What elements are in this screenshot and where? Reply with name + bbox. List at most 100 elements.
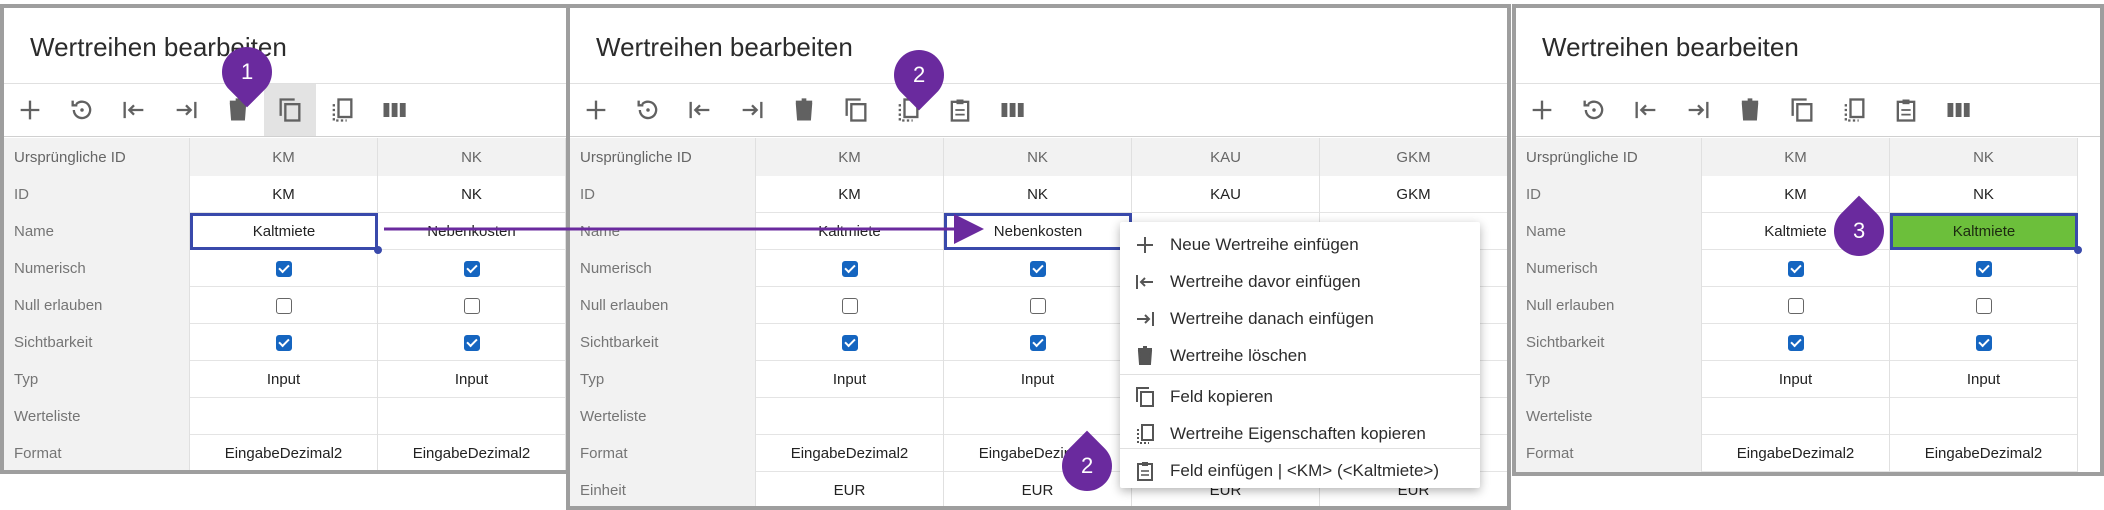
checkbox-cell[interactable] [756, 250, 944, 287]
grid-cell[interactable]: NK [378, 176, 566, 213]
grid-cell[interactable]: Kaltmiete [756, 213, 944, 250]
checkbox-checked[interactable] [275, 334, 292, 351]
checkbox-cell[interactable] [378, 287, 566, 324]
insert-before-button[interactable] [674, 84, 726, 136]
checkbox-cell[interactable] [378, 324, 566, 361]
grid-cell[interactable]: EingabeDezimal2 [1702, 435, 1890, 472]
checkbox-cell[interactable] [1890, 324, 2078, 361]
fill-handle[interactable] [374, 246, 382, 254]
checkbox-checked[interactable] [1975, 334, 1992, 351]
checkbox-cell[interactable] [944, 324, 1132, 361]
checkbox-cell[interactable] [1890, 287, 2078, 324]
grid-cell[interactable] [756, 398, 944, 435]
checkbox-unchecked[interactable] [841, 297, 858, 314]
grid-cell[interactable]: EUR [756, 472, 944, 506]
checkbox-checked[interactable] [1029, 334, 1046, 351]
checkbox-checked[interactable] [841, 260, 858, 277]
menu-item-trash[interactable]: Wertreihe löschen [1120, 337, 1480, 374]
add-series-button[interactable] [1516, 84, 1568, 136]
checkbox-checked[interactable] [841, 334, 858, 351]
paste-field-button[interactable] [1880, 84, 1932, 136]
checkbox-checked[interactable] [1787, 260, 1804, 277]
checkbox-unchecked[interactable] [275, 297, 292, 314]
checkbox-cell[interactable] [378, 250, 566, 287]
grid-cell[interactable]: NK [378, 138, 566, 176]
grid-cell[interactable]: GKM [1320, 138, 1507, 176]
insert-after-button[interactable] [1672, 84, 1724, 136]
grid-cell[interactable]: EingabeDezimal2 [756, 435, 944, 472]
checkbox-cell[interactable] [756, 324, 944, 361]
grid-cell[interactable]: Input [378, 361, 566, 398]
checkbox-cell[interactable] [190, 250, 378, 287]
grid-cell[interactable]: KM [756, 176, 944, 213]
grid-cell[interactable]: Input [1890, 361, 2078, 398]
checkbox-checked[interactable] [1029, 260, 1046, 277]
checkbox-checked[interactable] [1787, 334, 1804, 351]
columns-button[interactable] [368, 84, 420, 136]
add-series-button[interactable] [4, 84, 56, 136]
checkbox-unchecked[interactable] [1787, 297, 1804, 314]
insert-before-button[interactable] [1620, 84, 1672, 136]
checkbox-unchecked[interactable] [463, 297, 480, 314]
delete-button[interactable] [1724, 84, 1776, 136]
menu-item-plus[interactable]: Neue Wertreihe einfügen [1120, 226, 1480, 263]
copy-field-button[interactable] [264, 84, 316, 136]
grid-cell[interactable]: KM [190, 176, 378, 213]
grid-cell[interactable]: KM [190, 138, 378, 176]
copy-properties-button[interactable] [316, 84, 368, 136]
grid-cell[interactable]: EingabeDezimal2 [190, 435, 378, 470]
grid-cell[interactable]: KM [1702, 138, 1890, 176]
selected-cell[interactable]: Nebenkosten [944, 213, 1132, 250]
insert-after-button[interactable] [726, 84, 778, 136]
grid-cell[interactable]: Input [1702, 361, 1890, 398]
grid-cell[interactable] [1702, 398, 1890, 435]
selected-cell[interactable]: Kaltmiete [1890, 213, 2078, 250]
grid-cell[interactable]: Input [190, 361, 378, 398]
grid-cell[interactable] [190, 398, 378, 435]
grid-cell[interactable]: NK [1890, 138, 2078, 176]
columns-button[interactable] [986, 84, 1038, 136]
checkbox-checked[interactable] [1975, 260, 1992, 277]
grid-cell[interactable]: EingabeDezimal2 [378, 435, 566, 470]
menu-item-copy-properties[interactable]: Wertreihe Eigenschaften kopieren [1120, 415, 1480, 452]
grid-cell[interactable]: NK [944, 138, 1132, 176]
checkbox-unchecked[interactable] [1975, 297, 1992, 314]
paste-field-button[interactable] [934, 84, 986, 136]
checkbox-cell[interactable] [1890, 250, 2078, 287]
checkbox-unchecked[interactable] [1029, 297, 1046, 314]
menu-item-insert-before[interactable]: Wertreihe davor einfügen [1120, 263, 1480, 300]
menu-item-copy[interactable]: Feld kopieren [1120, 378, 1480, 415]
grid-cell[interactable]: NK [944, 176, 1132, 213]
restore-button[interactable] [1568, 84, 1620, 136]
add-series-button[interactable] [570, 84, 622, 136]
menu-item-insert-after[interactable]: Wertreihe danach einfügen [1120, 300, 1480, 337]
grid-cell[interactable]: GKM [1320, 176, 1507, 213]
checkbox-checked[interactable] [275, 260, 292, 277]
grid-cell[interactable]: EingabeDezimal2 [1890, 435, 2078, 472]
checkbox-checked[interactable] [463, 260, 480, 277]
copy-field-button[interactable] [1776, 84, 1828, 136]
restore-button[interactable] [56, 84, 108, 136]
checkbox-cell[interactable] [1702, 287, 1890, 324]
menu-item-clipboard[interactable]: Feld einfügen | <KM> (<Kaltmiete>) [1120, 452, 1480, 489]
restore-button[interactable] [622, 84, 674, 136]
checkbox-cell[interactable] [756, 287, 944, 324]
checkbox-cell[interactable] [944, 287, 1132, 324]
columns-button[interactable] [1932, 84, 1984, 136]
copy-properties-button[interactable] [1828, 84, 1880, 136]
grid-cell[interactable] [944, 398, 1132, 435]
checkbox-cell[interactable] [1702, 324, 1890, 361]
grid-cell[interactable]: KM [756, 138, 944, 176]
grid-cell[interactable]: NK [1890, 176, 2078, 213]
grid-cell[interactable] [1890, 398, 2078, 435]
fill-handle[interactable] [2074, 246, 2082, 254]
grid-cell[interactable]: KAU [1132, 138, 1320, 176]
grid-cell[interactable]: Nebenkosten [378, 213, 566, 250]
checkbox-cell[interactable] [190, 324, 378, 361]
grid-cell[interactable] [378, 398, 566, 435]
checkbox-checked[interactable] [463, 334, 480, 351]
insert-before-button[interactable] [108, 84, 160, 136]
grid-cell[interactable]: Input [756, 361, 944, 398]
copy-field-button[interactable] [830, 84, 882, 136]
grid-cell[interactable]: KAU [1132, 176, 1320, 213]
